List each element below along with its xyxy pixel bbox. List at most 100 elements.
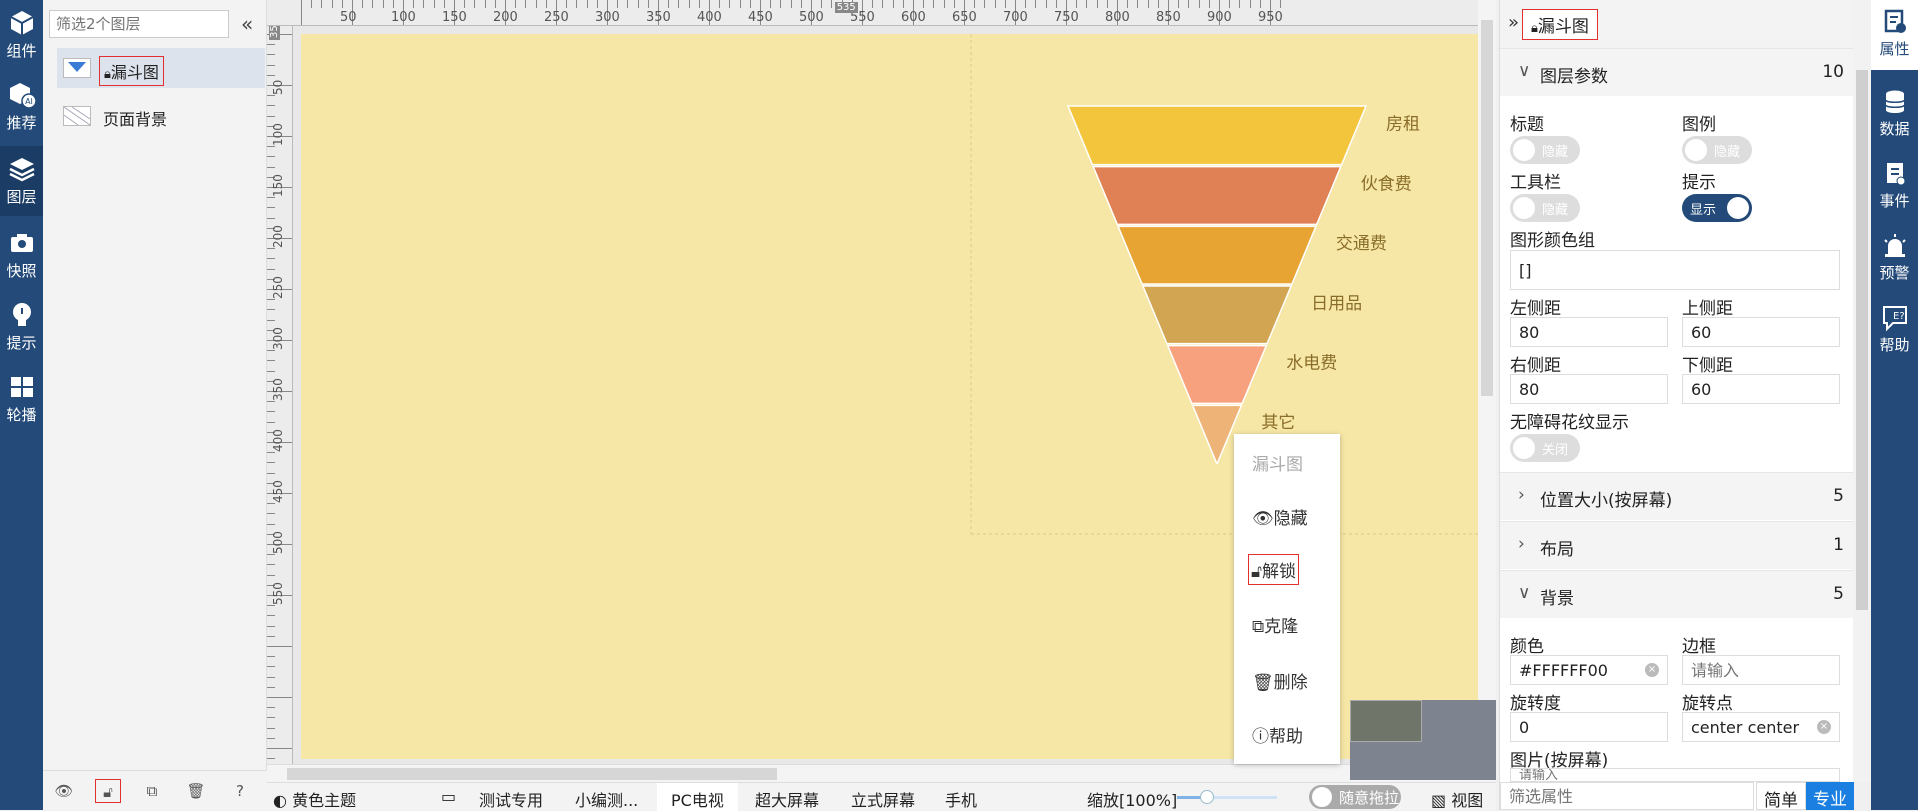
aria-decal-toggle[interactable]: 关闭 <box>1510 434 1580 462</box>
vscroll-thumb[interactable] <box>1481 20 1493 396</box>
help-icon[interactable]: ? <box>227 779 253 803</box>
minimap[interactable] <box>1350 700 1496 780</box>
ruler-marker: 35 <box>269 26 280 40</box>
ruler-tick <box>301 0 302 25</box>
ruler-tick <box>464 0 466 8</box>
tab-vertical-screen[interactable]: 立式屏幕 <box>851 787 915 811</box>
zoom-slider-knob[interactable] <box>1200 790 1214 804</box>
ruler-tick <box>1035 0 1037 8</box>
border-input[interactable] <box>1682 655 1840 685</box>
nav-help[interactable]: E? 帮助 <box>1871 296 1918 366</box>
view-button[interactable]: ▧ 视图 <box>1431 787 1483 811</box>
windows-icon <box>10 377 33 397</box>
properties-scrollbar[interactable] <box>1853 0 1871 782</box>
image-icon: ▧ <box>1431 791 1447 810</box>
collapse-left-icon[interactable]: « <box>241 12 253 36</box>
property-filter-input[interactable] <box>1500 782 1754 810</box>
menu-item-clone[interactable]: ⧉克隆 <box>1250 610 1300 639</box>
vertical-scrollbar[interactable] <box>1478 0 1496 782</box>
funnel-segment[interactable] <box>1141 285 1293 345</box>
screen-icon[interactable]: ▭ <box>441 787 456 806</box>
properties-icon <box>1884 9 1906 33</box>
minimap-viewport[interactable] <box>1350 700 1422 742</box>
nav-alerts[interactable]: 预警 <box>1871 224 1918 294</box>
color-group-input[interactable] <box>1510 250 1840 290</box>
mode-simple-button[interactable]: 简单 <box>1756 782 1806 811</box>
ruler-tick <box>267 758 275 760</box>
tab-editor-test[interactable]: 小编测... <box>575 787 638 811</box>
nav-data[interactable]: 数据 <box>1871 80 1918 150</box>
ruler-tick <box>267 615 275 617</box>
ruler-tick <box>267 676 275 678</box>
tab-large-screen[interactable]: 超大屏幕 <box>755 787 819 811</box>
nav-properties[interactable]: 属性 <box>1871 0 1918 70</box>
ruler-tick <box>267 503 275 505</box>
theme-selector[interactable]: ◐ 黄色主题 <box>273 787 356 811</box>
layer-item-background[interactable]: 页面背景 <box>57 96 265 136</box>
menu-item-hide[interactable]: 👁︎隐藏 <box>1250 502 1310 531</box>
clear-icon[interactable]: × <box>1645 663 1659 677</box>
eye-hidden-icon: 👁︎ <box>1252 509 1274 529</box>
right-margin-input[interactable] <box>1510 374 1668 404</box>
section-layer-params[interactable]: ∨ 图层参数 10 <box>1500 48 1854 96</box>
ruler-tick <box>545 0 547 8</box>
eye-icon[interactable]: 👁︎ <box>51 779 77 803</box>
ruler-label: 500 <box>799 10 824 25</box>
section-count: 5 <box>1833 584 1844 604</box>
nav-events[interactable]: 事件 <box>1871 152 1918 222</box>
tab-test[interactable]: 测试专用 <box>479 787 543 811</box>
nav-layers[interactable]: 图层 <box>0 146 43 216</box>
drag-toggle[interactable]: 随意拖拉 <box>1309 785 1401 809</box>
tab-mobile[interactable]: 手机 <box>945 787 977 811</box>
nav-carousel[interactable]: 轮播 <box>0 364 43 434</box>
nav-tips[interactable]: 提示 <box>0 292 43 362</box>
ruler-label: 400 <box>271 429 285 452</box>
zoom-slider[interactable] <box>1177 790 1277 804</box>
horizontal-scrollbar[interactable] <box>267 764 1478 782</box>
clear-icon[interactable]: × <box>1817 720 1831 734</box>
nav-components[interactable]: 组件 <box>0 0 43 70</box>
ruler-label: 600 <box>901 10 926 25</box>
funnel-segment[interactable] <box>1116 225 1318 285</box>
section-layout[interactable]: › 布局 1 <box>1500 521 1854 569</box>
ruler-tick <box>267 350 275 352</box>
ruler-tick <box>892 0 894 8</box>
funnel-segment[interactable] <box>1092 165 1342 226</box>
clone-icon[interactable]: ⧉ <box>139 779 165 803</box>
hscroll-thumb[interactable] <box>287 768 777 780</box>
menu-item-unlock[interactable]: 🔓︎解锁 <box>1248 554 1300 585</box>
section-position-size[interactable]: › 位置大小(按屏幕) 5 <box>1500 472 1854 520</box>
expand-right-icon[interactable]: » <box>1508 12 1519 33</box>
bottom-margin-input[interactable] <box>1682 374 1840 404</box>
ruler-tick <box>821 0 823 8</box>
properties-scroll-thumb[interactable] <box>1856 70 1868 610</box>
layer-item-funnel[interactable]: 🔒︎漏斗图 <box>57 48 265 88</box>
menu-item-help[interactable]: ⓘ帮助 <box>1250 720 1305 749</box>
tab-pc-tv[interactable]: PC电视 <box>657 783 738 811</box>
ruler-tick <box>341 0 343 8</box>
ruler-left: 50 100 150 200 250 300 350 400 450 500 550 35 <box>267 26 293 766</box>
nav-label: 快照 <box>6 262 37 280</box>
nav-snapshot[interactable]: 快照 <box>0 220 43 290</box>
title-toggle[interactable]: 隐藏 <box>1510 136 1580 164</box>
section-count: 1 <box>1833 535 1844 555</box>
tooltip-toggle[interactable]: 显示 <box>1682 194 1752 222</box>
ruler-top: 50 100 150 200 250 300 350 400 450 500 550 600 650 70… <box>267 0 1478 26</box>
toolbar-toggle[interactable]: 隐藏 <box>1510 194 1580 222</box>
section-background[interactable]: ∨ 背景 5 <box>1500 570 1854 618</box>
funnel-segment[interactable] <box>1166 344 1268 405</box>
ruler-tick <box>267 401 275 403</box>
menu-item-delete[interactable]: 🗑︎删除 <box>1250 666 1310 695</box>
top-margin-input[interactable] <box>1682 317 1840 347</box>
unlock-icon[interactable]: 🔓︎ <box>95 779 121 803</box>
rotation-input[interactable] <box>1510 712 1668 742</box>
funnel-segment[interactable] <box>1066 105 1368 166</box>
layer-filter-input[interactable] <box>49 10 229 38</box>
legend-toggle[interactable]: 隐藏 <box>1682 136 1752 164</box>
image-input[interactable] <box>1510 768 1840 782</box>
trash-icon[interactable]: 🗑︎ <box>183 779 209 803</box>
ruler-tick <box>1259 0 1261 8</box>
left-margin-input[interactable] <box>1510 317 1668 347</box>
nav-recommend[interactable]: AI 推荐 <box>0 72 43 142</box>
mode-pro-button[interactable]: 专业 <box>1806 782 1854 810</box>
